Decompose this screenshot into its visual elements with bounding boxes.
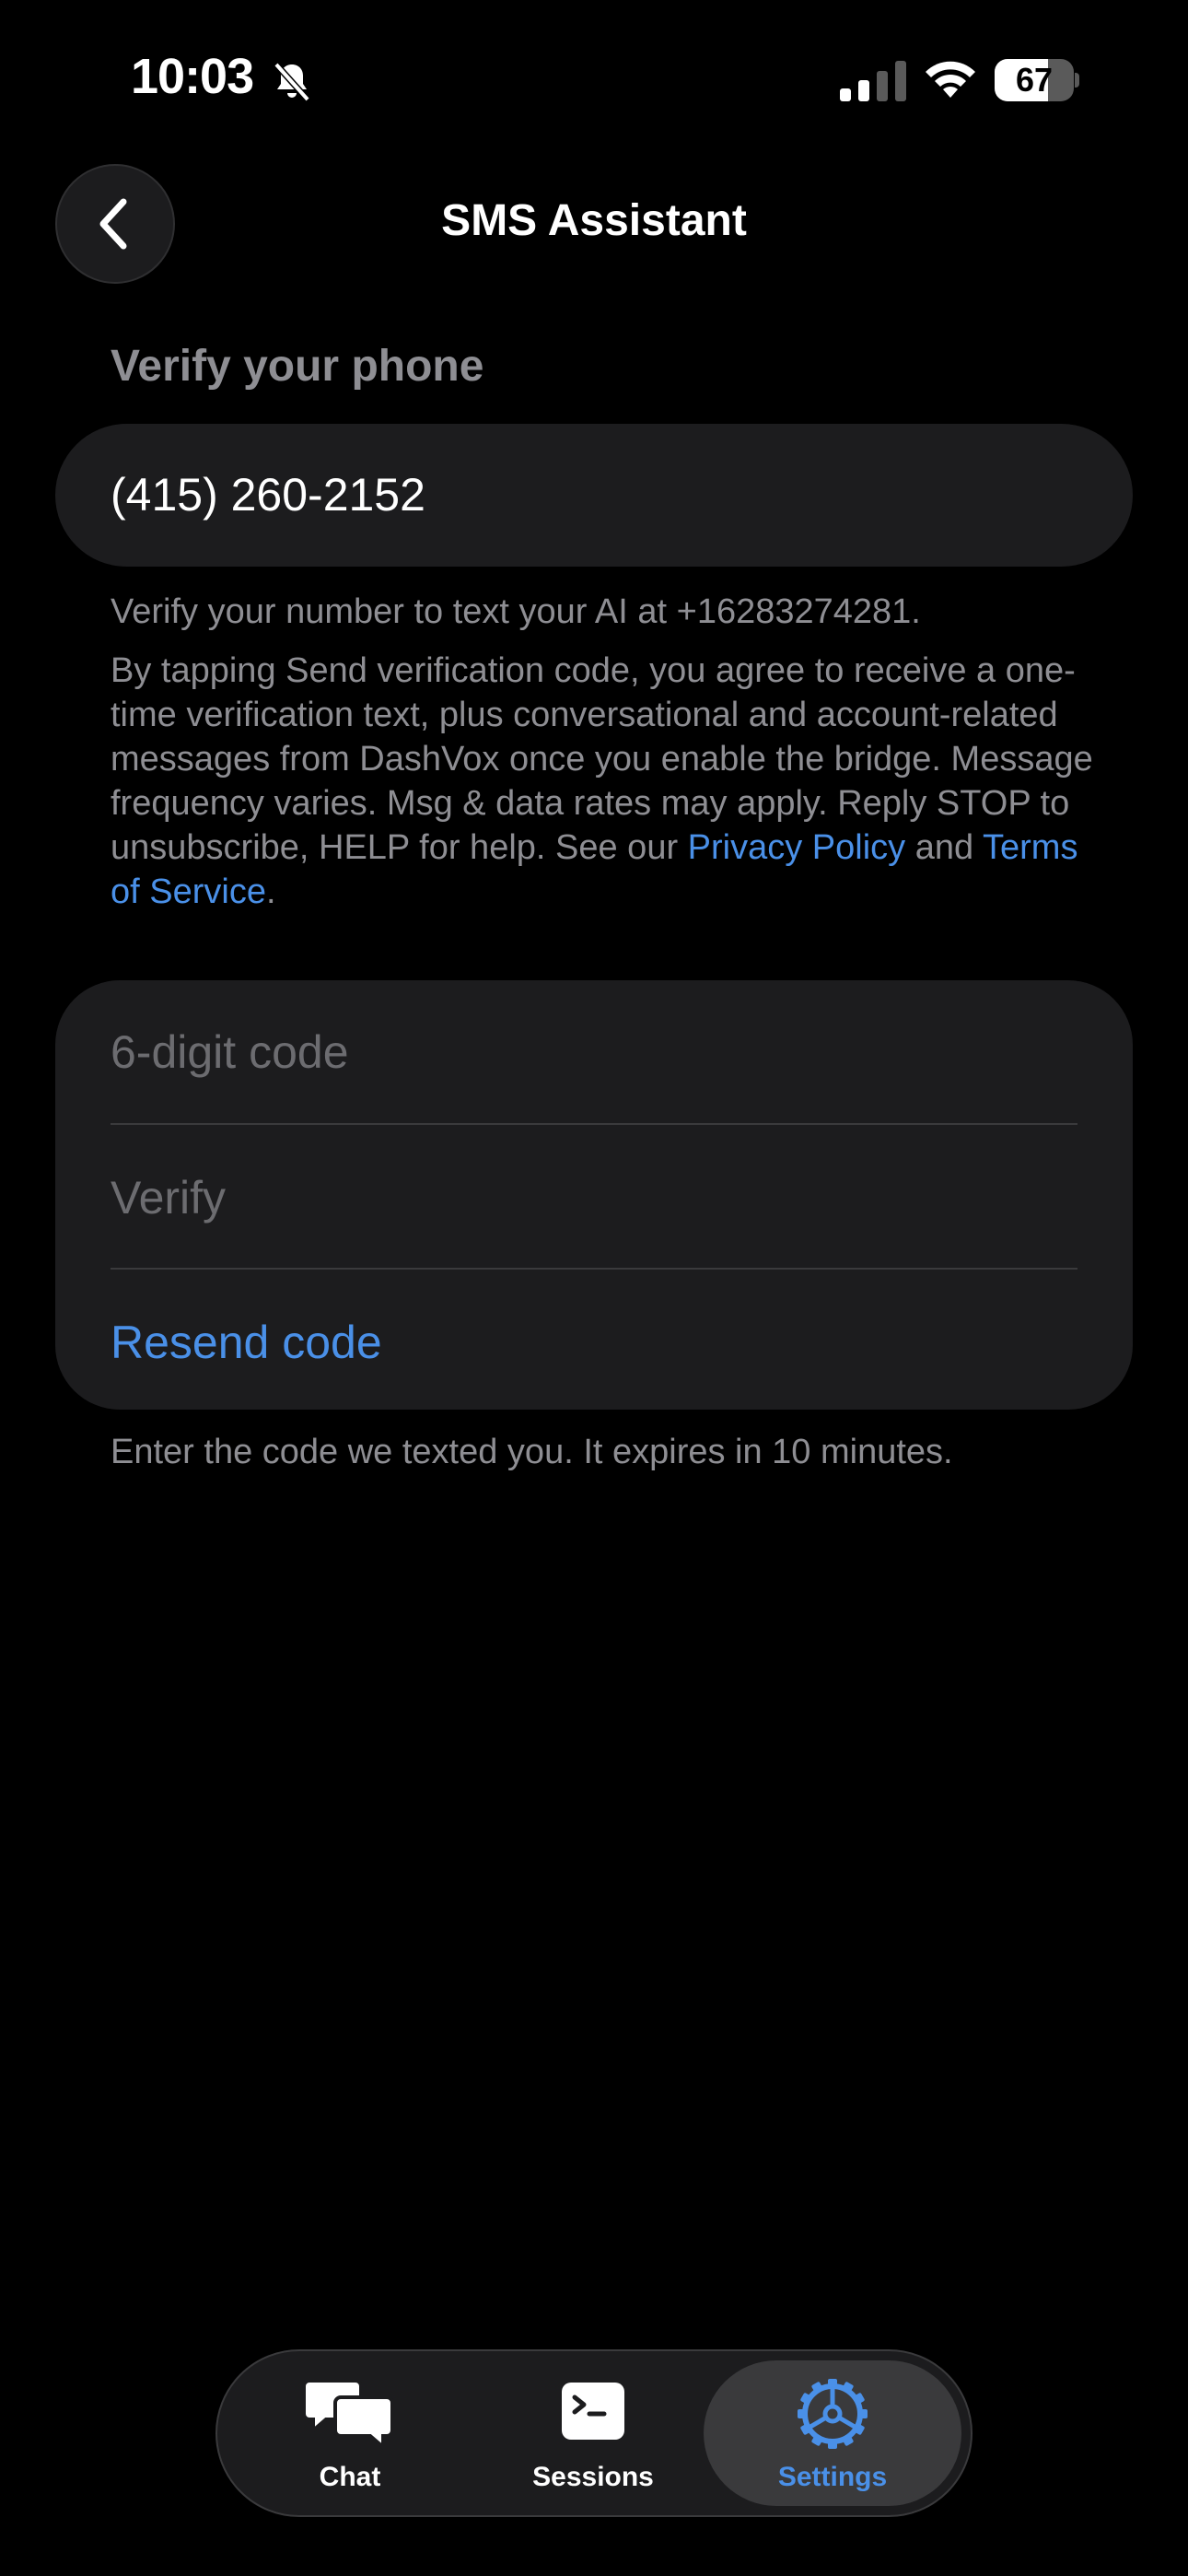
tab-chat-label: Chat xyxy=(319,2462,381,2492)
legal-connector: and xyxy=(905,828,984,867)
battery-percent: 67 xyxy=(1015,61,1054,99)
tab-settings-label: Settings xyxy=(777,2462,888,2492)
gear-icon xyxy=(798,2379,868,2449)
battery-indicator: 67 xyxy=(995,59,1079,101)
status-time: 10:03 xyxy=(131,49,254,104)
phone-number-value: (415) 260-2152 xyxy=(111,469,425,521)
tab-sessions[interactable]: Sessions xyxy=(464,2360,722,2506)
legal-disclaimer: By tapping Send verification code, you a… xyxy=(111,649,1105,914)
tab-bar: Chat Sessions Settings xyxy=(215,2349,973,2517)
code-footnote: Enter the code we texted you. It expires… xyxy=(111,1433,953,1471)
resend-code-label: Resend code xyxy=(111,1317,382,1368)
tab-chat[interactable]: Chat xyxy=(221,2360,479,2506)
tab-sessions-label: Sessions xyxy=(532,2462,654,2492)
phone-number-field[interactable]: (415) 260-2152 xyxy=(55,424,1133,567)
page-title: SMS Assistant xyxy=(441,196,747,245)
terminal-icon xyxy=(562,2383,624,2440)
section-heading: Verify your phone xyxy=(111,342,484,391)
status-bar: 10:03 67 xyxy=(0,0,1188,161)
code-input-row xyxy=(111,980,1077,1125)
helper-text: Verify your number to text your AI at +1… xyxy=(111,592,921,631)
bell-slash-icon xyxy=(274,62,310,102)
privacy-policy-link[interactable]: Privacy Policy xyxy=(688,828,906,867)
verification-code-card: Verify Resend code xyxy=(55,980,1133,1410)
tab-settings[interactable]: Settings xyxy=(704,2360,961,2506)
cellular-signal-icon xyxy=(840,61,906,101)
wifi-icon xyxy=(926,61,975,98)
resend-code-button[interactable]: Resend code xyxy=(111,1270,1077,1412)
code-input[interactable] xyxy=(111,980,1077,1123)
verify-button-label: Verify xyxy=(111,1172,227,1224)
legal-end: . xyxy=(265,872,276,911)
verify-button[interactable]: Verify xyxy=(111,1125,1077,1270)
chat-bubbles-icon xyxy=(304,2379,394,2451)
